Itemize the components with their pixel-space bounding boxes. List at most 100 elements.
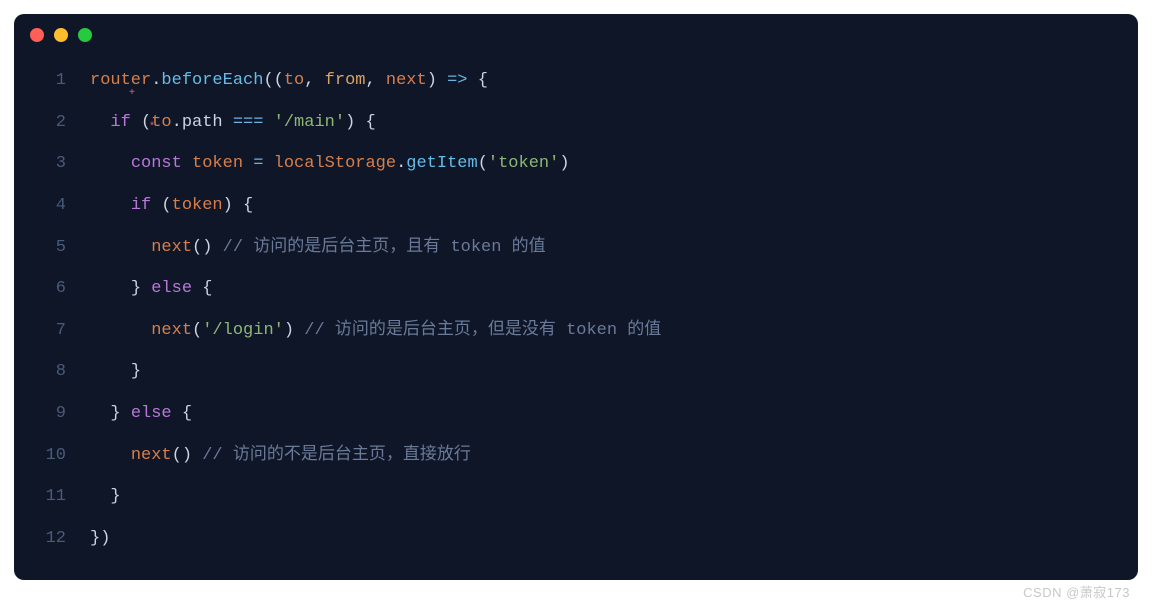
code-token: if [131, 196, 151, 215]
line-number: 11 [14, 476, 90, 518]
code-line[interactable]: 2 if (to.path === '/main') { [14, 102, 1138, 144]
code-token: } [131, 279, 151, 298]
code-token [223, 113, 233, 132]
code-token: localStorage [274, 154, 396, 173]
close-icon[interactable] [30, 28, 44, 42]
code-token: ( [131, 113, 151, 132]
code-token: => [447, 71, 467, 90]
window-controls [14, 28, 1138, 60]
code-token [263, 154, 273, 173]
line-content[interactable]: } else { [90, 268, 1138, 310]
code-line[interactable]: 4 if (token) { [14, 185, 1138, 227]
line-number: 9 [14, 393, 90, 435]
code-line[interactable]: 1router.beforeEach((to, from, next) => { [14, 60, 1138, 102]
code-token: 'token' [488, 154, 559, 173]
code-token: to [284, 71, 304, 90]
code-token: next [131, 446, 172, 465]
code-token: } [131, 362, 141, 381]
code-token: if [110, 113, 130, 132]
line-content[interactable]: } [90, 351, 1138, 393]
code-token: next [151, 321, 192, 340]
code-line[interactable]: 6 } else { [14, 268, 1138, 310]
code-token: to [151, 113, 171, 132]
code-token: ) { [345, 113, 376, 132]
code-editor-window: + * 1router.beforeEach((to, from, next) … [14, 14, 1138, 580]
code-token: else [131, 404, 172, 423]
code-token: '/login' [202, 321, 284, 340]
code-token: ) [559, 154, 569, 173]
code-token: path [182, 113, 223, 132]
code-token: { [172, 404, 192, 423]
code-token: '/main' [274, 113, 345, 132]
code-token: (( [263, 71, 283, 90]
line-number: 7 [14, 310, 90, 352]
code-token: ( [151, 196, 171, 215]
code-token: // 访问的是后台主页，且有 [223, 238, 451, 257]
line-number: 8 [14, 351, 90, 393]
line-content[interactable]: } else { [90, 393, 1138, 435]
code-token: // 访问的不是后台主页，直接放行 [202, 446, 471, 465]
code-token: ) [284, 321, 304, 340]
code-line[interactable]: 10 next() // 访问的不是后台主页，直接放行 [14, 435, 1138, 477]
code-line[interactable]: 8 } [14, 351, 1138, 393]
line-content[interactable]: }) [90, 518, 1138, 560]
code-token: token [192, 154, 243, 173]
line-number: 3 [14, 143, 90, 185]
code-token: ) [427, 71, 447, 90]
code-token: from [325, 71, 366, 90]
code-token: ) { [223, 196, 254, 215]
line-number: 12 [14, 518, 90, 560]
code-token: . [172, 113, 182, 132]
code-token: . [151, 71, 161, 90]
code-token: const [131, 154, 182, 173]
line-content[interactable]: router.beforeEach((to, from, next) => { [90, 60, 1138, 102]
zoom-icon[interactable] [78, 28, 92, 42]
code-token [182, 154, 192, 173]
line-content[interactable]: next('/login') // 访问的是后台主页，但是没有 token 的值 [90, 310, 1138, 352]
code-line[interactable]: 9 } else { [14, 393, 1138, 435]
code-token [243, 154, 253, 173]
line-content[interactable]: next() // 访问的是后台主页，且有 token 的值 [90, 227, 1138, 269]
code-token: getItem [406, 154, 477, 173]
code-token: , [365, 71, 385, 90]
watermark: CSDN @萧寂173 [14, 582, 1138, 601]
code-token: ( [192, 321, 202, 340]
line-content[interactable]: const token = localStorage.getItem('toke… [90, 143, 1138, 185]
code-token: , [304, 71, 324, 90]
code-token: next [151, 238, 192, 257]
code-token: beforeEach [161, 71, 263, 90]
line-content[interactable]: } [90, 476, 1138, 518]
minimize-icon[interactable] [54, 28, 68, 42]
code-token: { [468, 71, 488, 90]
code-token: { [192, 279, 212, 298]
code-token: 的值 [501, 238, 545, 257]
code-token: // 访问的是后台主页，但是没有 [304, 321, 566, 340]
code-token: 的值 [617, 321, 661, 340]
code-token: token [450, 238, 501, 257]
code-token: === [233, 113, 264, 132]
code-token: } [110, 404, 130, 423]
code-token: } [110, 487, 120, 506]
line-content[interactable]: if (to.path === '/main') { [90, 102, 1138, 144]
code-token: () [172, 446, 203, 465]
code-line[interactable]: 5 next() // 访问的是后台主页，且有 token 的值 [14, 227, 1138, 269]
code-token: ( [478, 154, 488, 173]
code-token: else [151, 279, 192, 298]
code-line[interactable]: 3 const token = localStorage.getItem('to… [14, 143, 1138, 185]
line-content[interactable]: if (token) { [90, 185, 1138, 227]
line-number: 6 [14, 268, 90, 310]
code-line[interactable]: 12}) [14, 518, 1138, 560]
code-token [263, 113, 273, 132]
line-number: 5 [14, 227, 90, 269]
code-line[interactable]: 11 } [14, 476, 1138, 518]
code-line[interactable]: 7 next('/login') // 访问的是后台主页，但是没有 token … [14, 310, 1138, 352]
line-number: 4 [14, 185, 90, 227]
code-token: next [386, 71, 427, 90]
code-token: = [253, 154, 263, 173]
line-content[interactable]: next() // 访问的不是后台主页，直接放行 [90, 435, 1138, 477]
code-token: () [192, 238, 223, 257]
code-token: router [90, 71, 151, 90]
line-number: 2 [14, 102, 90, 144]
code-token: token [566, 321, 617, 340]
code-body[interactable]: 1router.beforeEach((to, from, next) => {… [14, 60, 1138, 560]
